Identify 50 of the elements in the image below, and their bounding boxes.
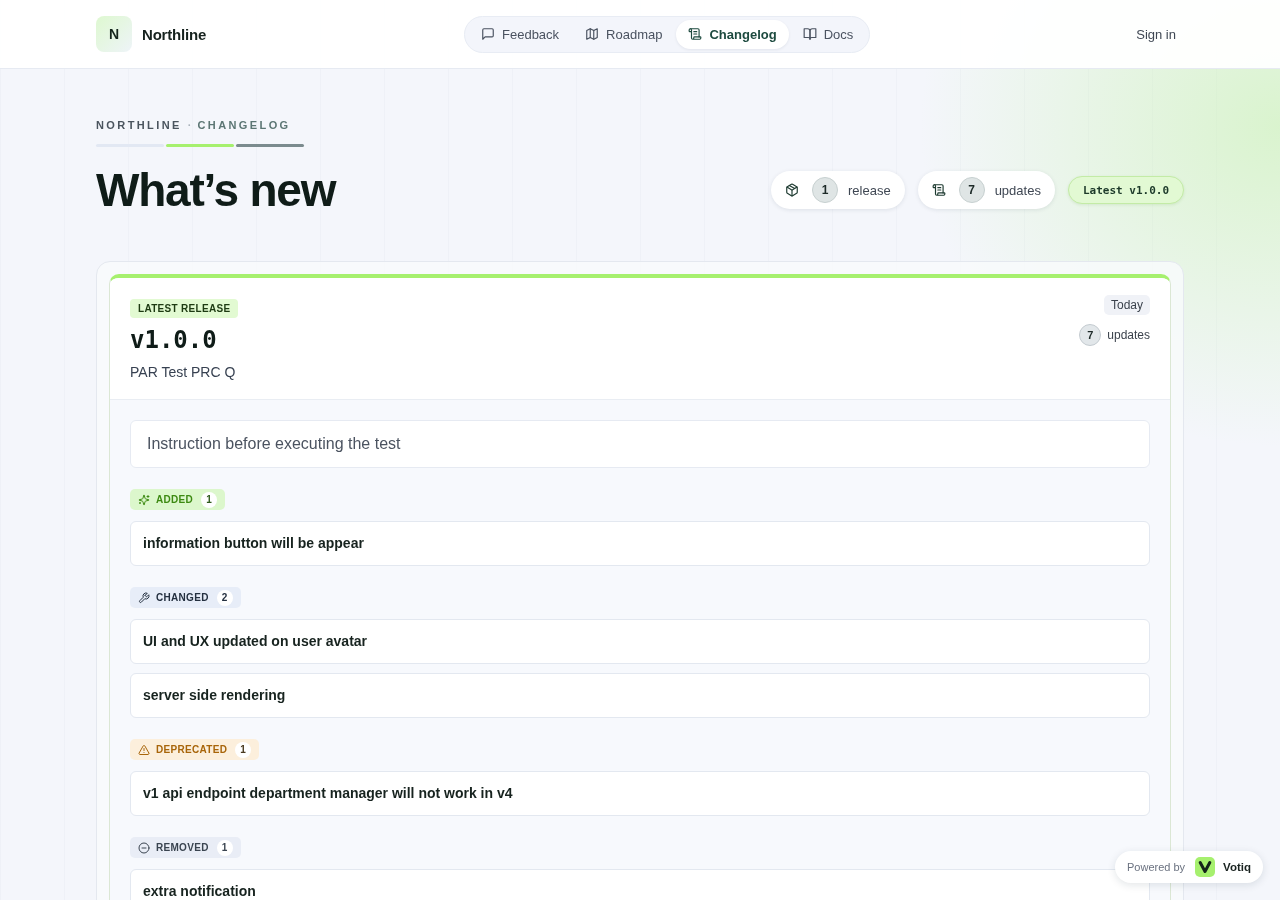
category-label: CHANGED	[156, 592, 209, 603]
cube-icon	[785, 183, 799, 197]
chat-bubble-icon	[481, 27, 495, 41]
count-badge: 7	[1079, 324, 1102, 346]
brand-name: Votiq	[1223, 861, 1251, 873]
nav-tab[interactable]: Changelog	[676, 19, 789, 49]
accent-bar	[236, 144, 304, 147]
release-name: PAR Test PRC Q	[130, 364, 236, 381]
warning-icon	[138, 743, 150, 756]
count-badge: 1	[201, 491, 218, 508]
count-badge: 2	[216, 589, 233, 606]
breadcrumb-separator: ·	[187, 119, 192, 132]
nav-tab[interactable]: Docs	[790, 19, 866, 49]
category-label: DEPRECATED	[156, 744, 228, 755]
brand-name[interactable]: Northline	[142, 25, 207, 43]
category-label: ADDED	[156, 494, 194, 505]
count-badge: 1	[216, 839, 233, 856]
sparkle-icon	[138, 493, 150, 506]
page-title: What’s new	[96, 163, 336, 217]
change-item: server side rendering	[130, 673, 1150, 718]
book-icon	[802, 27, 817, 41]
stat-label: release	[848, 182, 891, 198]
date-chip: Today	[1103, 295, 1150, 315]
breadcrumb-page: CHANGELOG	[197, 119, 291, 132]
brand-logo[interactable]: N	[96, 16, 132, 52]
nav-tab[interactable]: Feedback	[469, 19, 572, 49]
release-badge: LATEST RELEASE	[130, 299, 239, 318]
powered-by-badge[interactable]: Powered by Votiq	[1115, 851, 1263, 883]
nav-tab[interactable]: Roadmap	[573, 19, 675, 49]
version-number: v1.0.0	[130, 326, 217, 354]
category-label: REMOVED	[156, 842, 209, 853]
count-badge: 7	[958, 177, 985, 203]
change-item: v1 api endpoint department manager will not work in v4	[130, 771, 1150, 816]
change-item: UI and UX updated on user avatar	[130, 619, 1150, 664]
scroll-icon	[931, 183, 946, 197]
count-badge: 1	[812, 177, 838, 203]
map-icon	[585, 27, 600, 41]
sign-in-button[interactable]: Sign in	[1128, 20, 1184, 48]
wrench-icon	[138, 591, 150, 604]
latest-version-badge: Latest v1.0.0	[1067, 176, 1184, 204]
count-badge: 1	[235, 741, 252, 758]
minus-circle-icon	[138, 841, 150, 854]
stat-label: updates	[994, 182, 1041, 198]
logo-icon	[1195, 857, 1216, 877]
instruction-box: Instruction before executing the test	[130, 420, 1150, 468]
accent-bar	[166, 144, 234, 147]
updates-label: updates	[1107, 328, 1150, 342]
change-item: information button will be appear	[130, 521, 1150, 566]
scroll-icon	[688, 27, 703, 41]
breadcrumb-site[interactable]: NORTHLINE	[96, 119, 182, 132]
